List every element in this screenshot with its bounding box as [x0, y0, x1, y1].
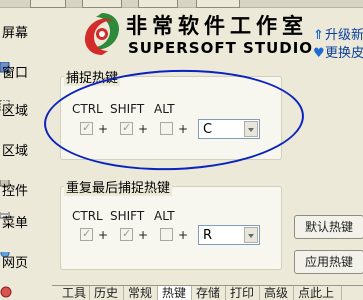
- sidebar-item-region-2[interactable]: 区域: [0, 140, 52, 164]
- default-hotkey-button[interactable]: 默认热键: [294, 215, 363, 239]
- bottom-tab-bar: 工具 历史 常规 热键 存储 打印 高级 点此上: [52, 285, 363, 300]
- checkmark-icon: ✓: [82, 121, 92, 134]
- logo-chinese-text: 非常软件工作室: [126, 13, 308, 38]
- ctrl-label: CTRL: [72, 102, 103, 116]
- upgrade-link[interactable]: ⇑升级新: [313, 24, 363, 43]
- default-hotkey-label: 默认热键: [305, 220, 354, 234]
- alt-label: ALT: [154, 209, 175, 223]
- change-skin-link-label: 更换皮: [325, 46, 363, 61]
- top-tab[interactable]: [196, 0, 240, 8]
- plus-sign: +: [98, 228, 109, 242]
- sidebar-item-label: 屏幕: [2, 26, 29, 41]
- tab-click-here[interactable]: 点此上: [294, 286, 342, 300]
- repeat-key-select[interactable]: R: [198, 225, 260, 245]
- studio-logo-icon: [84, 13, 120, 55]
- plus-sign: +: [178, 228, 189, 242]
- sidebar-item-label: 网页: [2, 256, 29, 271]
- ctrl-checkbox[interactable]: ✓: [80, 121, 93, 135]
- chevron-down-icon[interactable]: [244, 121, 258, 137]
- change-skin-link[interactable]: ♥更换皮: [313, 42, 363, 61]
- ctrl-checkbox[interactable]: ✓: [80, 227, 93, 241]
- sidebar-item-label: 区域: [2, 144, 29, 159]
- alt-checkbox[interactable]: [160, 122, 173, 135]
- top-tab-strip: [0, 0, 363, 8]
- plus-sign: +: [98, 122, 109, 136]
- capture-key-value: C: [203, 122, 213, 137]
- tab-tools[interactable]: 工具: [58, 286, 90, 300]
- plus-sign: +: [178, 122, 189, 136]
- sidebar-item-menu[interactable]: 菜单: [0, 212, 52, 236]
- sidebar-item-control[interactable]: 控件: [0, 180, 52, 204]
- capture-key-select[interactable]: C: [198, 119, 260, 139]
- shift-label: SHIFT: [110, 102, 145, 116]
- repeat-key-value: R: [203, 228, 213, 243]
- sidebar-item-window[interactable]: 窗口: [0, 62, 52, 86]
- tab-storage[interactable]: 存储: [192, 286, 226, 300]
- sidebar-extra-icon: [0, 286, 12, 298]
- tab-history[interactable]: 历史: [90, 286, 124, 300]
- sidebar-item-label: 区域: [2, 104, 29, 119]
- capture-hotkey-title: 捕捉热键: [64, 67, 121, 86]
- sidebar-item-label: 菜单: [2, 216, 29, 231]
- sidebar: 屏幕 窗口 区域 区域 控件 菜单 网页: [0, 8, 52, 300]
- shift-checkbox[interactable]: ✓: [120, 227, 133, 241]
- tab-print[interactable]: 打印: [226, 286, 260, 300]
- up-arrow-icon: ⇑: [313, 28, 324, 43]
- checkmark-icon: ✓: [122, 227, 132, 240]
- ctrl-label: CTRL: [72, 209, 103, 223]
- top-tab[interactable]: [30, 0, 66, 8]
- sidebar-item-screen[interactable]: 屏幕: [0, 22, 52, 46]
- sidebar-item-webpage[interactable]: 网页: [0, 252, 52, 276]
- apply-hotkey-label: 应用热键: [305, 255, 354, 269]
- sidebar-item-label: 控件: [2, 184, 29, 199]
- sidebar-item-label: 窗口: [2, 66, 29, 81]
- tab-advanced[interactable]: 高级: [260, 286, 294, 300]
- plus-sign: +: [138, 228, 149, 242]
- logo-english-text: SUPERSOFT STUDIO: [128, 39, 314, 57]
- top-tab[interactable]: [138, 0, 178, 8]
- apply-hotkey-button[interactable]: 应用热键: [294, 250, 363, 274]
- tab-general[interactable]: 常规: [124, 286, 158, 300]
- plus-sign: +: [138, 122, 149, 136]
- shift-checkbox[interactable]: ✓: [120, 121, 133, 135]
- skin-icon: ♥: [313, 46, 325, 61]
- shift-label: SHIFT: [110, 209, 145, 223]
- sidebar-item-region[interactable]: 区域: [0, 100, 52, 124]
- alt-label: ALT: [154, 102, 175, 116]
- checkmark-icon: ✓: [82, 227, 92, 240]
- chevron-down-icon[interactable]: [244, 227, 258, 243]
- capture-hotkey-group: [60, 76, 282, 160]
- checkmark-icon: ✓: [122, 121, 132, 134]
- top-tab[interactable]: [82, 0, 122, 8]
- upgrade-link-label: 升级新: [325, 28, 363, 43]
- alt-checkbox[interactable]: [160, 228, 173, 241]
- repeat-hotkey-title: 重复最后捕捉热键: [64, 177, 173, 196]
- tab-hotkey[interactable]: 热键: [158, 286, 192, 300]
